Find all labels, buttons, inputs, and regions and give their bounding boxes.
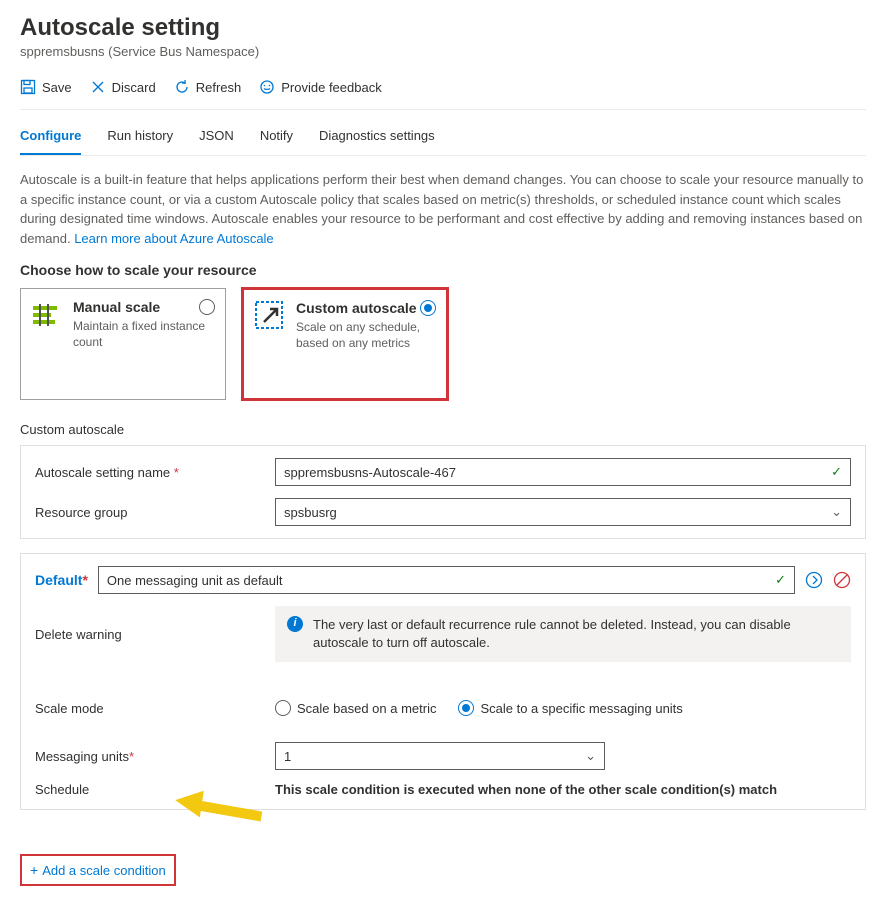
learn-more-link[interactable]: Learn more about Azure Autoscale <box>74 231 273 246</box>
scale-mode-specific-radio[interactable]: Scale to a specific messaging units <box>458 700 682 716</box>
next-icon[interactable] <box>805 571 823 589</box>
discard-button[interactable]: Discard <box>90 79 156 95</box>
refresh-button[interactable]: Refresh <box>174 79 242 95</box>
discard-label: Discard <box>112 80 156 95</box>
custom-autoscale-card[interactable]: Custom autoscale Scale on any schedule, … <box>242 288 448 400</box>
feedback-icon <box>259 79 275 95</box>
delete-warning-text: The very last or default recurrence rule… <box>313 616 839 652</box>
check-icon: ✓ <box>831 464 842 480</box>
messaging-units-value: 1 <box>284 749 291 764</box>
delete-warning-banner: i The very last or default recurrence ru… <box>275 606 851 662</box>
custom-autoscale-title: Custom autoscale <box>296 300 436 316</box>
add-scale-condition-label: Add a scale condition <box>42 863 166 878</box>
custom-autoscale-heading: Custom autoscale <box>20 422 866 437</box>
delete-warning-label: Delete warning <box>35 627 275 642</box>
feedback-label: Provide feedback <box>281 80 381 95</box>
autoscale-name-panel: Autoscale setting name * sppremsbusns-Au… <box>20 445 866 539</box>
tab-configure[interactable]: Configure <box>20 122 81 155</box>
tab-diagnostics[interactable]: Diagnostics settings <box>319 122 435 155</box>
tab-notify[interactable]: Notify <box>260 122 293 155</box>
tabs: Configure Run history JSON Notify Diagno… <box>20 122 866 156</box>
manual-scale-title: Manual scale <box>73 299 215 315</box>
custom-autoscale-radio[interactable] <box>420 300 436 316</box>
add-scale-condition-button[interactable]: + Add a scale condition <box>20 854 176 886</box>
manual-scale-card[interactable]: Manual scale Maintain a fixed instance c… <box>20 288 226 400</box>
chevron-down-icon: ⌄ <box>585 748 596 764</box>
default-name-input[interactable]: One messaging unit as default ✓ <box>98 566 795 594</box>
manual-scale-desc: Maintain a fixed instance count <box>73 319 215 350</box>
page-title: Autoscale setting <box>20 14 866 42</box>
resource-subtitle: sppremsbusns (Service Bus Namespace) <box>20 44 866 59</box>
custom-autoscale-icon <box>254 300 286 332</box>
toolbar: Save Discard Refresh Provide feedback <box>20 73 866 110</box>
setting-name-input[interactable]: sppremsbusns-Autoscale-467 ✓ <box>275 458 851 486</box>
refresh-icon <box>174 79 190 95</box>
scale-mode-label: Scale mode <box>35 701 275 716</box>
manual-scale-radio[interactable] <box>199 299 215 315</box>
close-icon <box>90 79 106 95</box>
resource-group-select[interactable]: spsbusrg ⌄ <box>275 498 851 526</box>
custom-autoscale-desc: Scale on any schedule, based on any metr… <box>296 320 436 351</box>
schedule-text: This scale condition is executed when no… <box>275 782 777 797</box>
default-scale-panel: Default* One messaging unit as default ✓… <box>20 553 866 810</box>
manual-scale-icon <box>31 299 63 331</box>
refresh-label: Refresh <box>196 80 242 95</box>
resource-group-value: spsbusrg <box>284 505 337 520</box>
plus-icon: + <box>30 862 38 878</box>
save-label: Save <box>42 80 72 95</box>
scale-mode-specific-label: Scale to a specific messaging units <box>480 701 682 716</box>
save-icon <box>20 79 36 95</box>
check-icon: ✓ <box>775 572 786 588</box>
tab-json[interactable]: JSON <box>199 122 234 155</box>
scale-mode-metric-radio[interactable]: Scale based on a metric <box>275 700 436 716</box>
setting-name-label: Autoscale setting name * <box>35 465 275 480</box>
feedback-button[interactable]: Provide feedback <box>259 79 381 95</box>
save-button[interactable]: Save <box>20 79 72 95</box>
intro-text: Autoscale is a built-in feature that hel… <box>20 170 866 248</box>
choose-scale-heading: Choose how to scale your resource <box>20 262 866 278</box>
default-label: Default* <box>35 572 88 588</box>
resource-group-label: Resource group <box>35 505 275 520</box>
default-name-value: One messaging unit as default <box>107 573 283 588</box>
tab-run-history[interactable]: Run history <box>107 122 173 155</box>
info-icon: i <box>287 616 303 632</box>
messaging-units-label: Messaging units* <box>35 749 275 764</box>
setting-name-value: sppremsbusns-Autoscale-467 <box>284 465 456 480</box>
scale-mode-metric-label: Scale based on a metric <box>297 701 436 716</box>
chevron-down-icon: ⌄ <box>831 504 842 520</box>
messaging-units-select[interactable]: 1 ⌄ <box>275 742 605 770</box>
disable-icon[interactable] <box>833 571 851 589</box>
